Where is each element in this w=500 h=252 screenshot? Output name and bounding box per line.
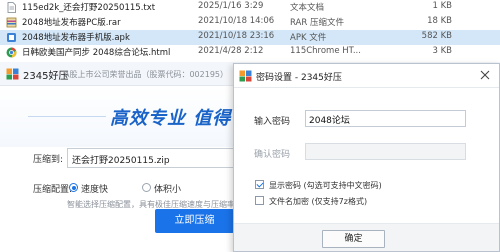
fast-radio[interactable] bbox=[69, 183, 78, 192]
app-logo-icon bbox=[6, 68, 19, 80]
app-name: 2345好压 bbox=[23, 71, 69, 82]
file-list: 115ed2k_还会打野20250115.txt 2025/1/16 3:29 … bbox=[0, 0, 500, 62]
file-type: APK 文件 bbox=[290, 33, 327, 43]
password-input[interactable]: 2048论坛 bbox=[305, 110, 466, 127]
file-type: 文本文档 bbox=[290, 3, 325, 13]
small-option-label: 体积小 bbox=[154, 185, 182, 195]
file-row[interactable]: 日韩欧美国产同步 2048综合论坛.html 2021/4/28 2:12 11… bbox=[0, 45, 500, 60]
app-logo-icon bbox=[239, 70, 252, 82]
file-type: RAR 压缩文件 bbox=[290, 18, 344, 28]
compress-now-button[interactable]: 立即压缩 bbox=[155, 209, 234, 233]
confirm-password-input[interactable] bbox=[305, 143, 466, 160]
file-name: 2048地址发布器手机版.apk bbox=[22, 33, 130, 43]
file-size: 582 KB bbox=[421, 31, 452, 41]
password-label: 输入密码 bbox=[254, 117, 291, 127]
encrypt-filenames-checkbox[interactable] bbox=[255, 196, 264, 205]
file-row[interactable]: 2048地址发布器手机版.apk 2021/10/18 23:16 APK 文件… bbox=[0, 30, 500, 45]
file-row[interactable]: 115ed2k_还会打野20250115.txt 2025/1/16 3:29 … bbox=[0, 0, 500, 15]
compress-to-label: 压缩到: bbox=[33, 155, 64, 165]
slogan: 高效专业 值得信赖 bbox=[110, 108, 234, 129]
encrypt-filenames-label: 文件名加密 (仅支持7z格式) bbox=[269, 197, 368, 206]
file-type: 115Chrome HT... bbox=[290, 46, 361, 56]
ok-button[interactable]: 确定 bbox=[322, 230, 385, 248]
file-name: 2048地址发布器PC版.rar bbox=[22, 18, 121, 28]
dialog-title-bar[interactable]: 密码设置 - 2345好压 bbox=[234, 64, 499, 88]
password-dialog: 密码设置 - 2345好压 输入密码 2048论坛 确认密码 显示密码 (勾选可… bbox=[233, 63, 500, 252]
confirm-password-label: 确认密码 bbox=[254, 150, 291, 160]
show-password-checkbox[interactable] bbox=[255, 180, 264, 189]
rar-archive-icon bbox=[6, 17, 17, 28]
file-size: 1 KB bbox=[432, 1, 452, 11]
file-row[interactable]: 2048地址发布器PC版.rar 2021/10/18 14:06 RAR 压缩… bbox=[0, 15, 500, 30]
chrome-html-icon bbox=[6, 47, 17, 58]
file-name: 日韩欧美国产同步 2048综合论坛.html bbox=[22, 48, 171, 58]
compress-to-input[interactable]: 还会打野20250115.zip bbox=[67, 148, 237, 168]
fast-option-label: 速度快 bbox=[81, 185, 109, 195]
file-name: 115ed2k_还会打野20250115.txt bbox=[22, 3, 156, 13]
apk-file-icon bbox=[7, 33, 16, 42]
close-icon[interactable] bbox=[479, 69, 491, 81]
file-date: 2025/1/16 3:29 bbox=[198, 1, 264, 11]
file-date: 2021/4/28 2:12 bbox=[198, 46, 264, 56]
app-subtitle: A股上市公司荣誉出品（股票代码：002195） bbox=[64, 70, 229, 79]
dialog-title: 密码设置 - 2345好压 bbox=[256, 73, 342, 83]
show-password-label: 显示密码 (勾选可支持中文密码) bbox=[269, 181, 382, 190]
file-size: 3 KB bbox=[432, 46, 452, 56]
file-size: 18 KB bbox=[427, 16, 452, 26]
text-file-icon bbox=[7, 2, 16, 13]
file-date: 2021/10/18 14:06 bbox=[198, 16, 275, 26]
compress-to-value: 还会打野20250115.zip bbox=[72, 156, 170, 166]
small-radio[interactable] bbox=[142, 183, 151, 192]
config-label: 压缩配置: bbox=[33, 185, 73, 195]
slogan-divider bbox=[28, 116, 106, 117]
password-value: 2048论坛 bbox=[309, 116, 350, 126]
file-date: 2021/10/18 23:16 bbox=[198, 31, 275, 41]
